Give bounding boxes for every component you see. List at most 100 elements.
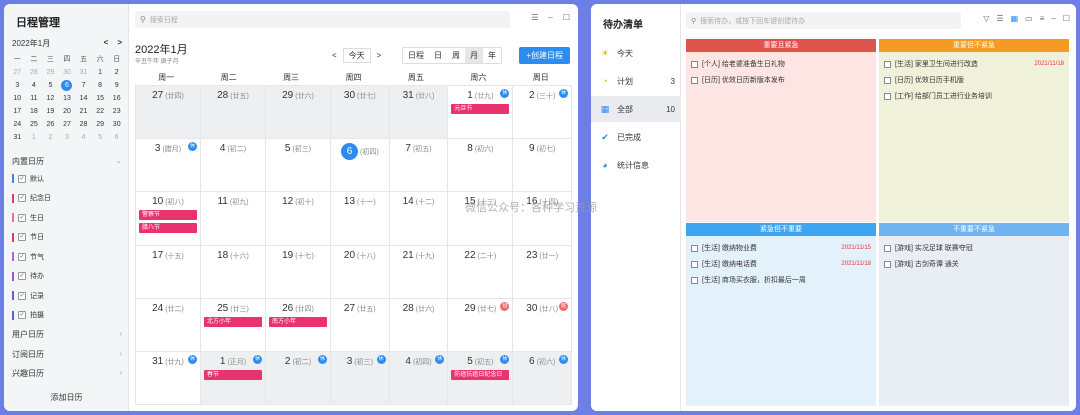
section-user-calendars[interactable]: 用户日历 › [12,329,122,340]
day-cell[interactable]: 4 (初二) [201,139,266,193]
day-cell[interactable]: 24 (廿二) [136,298,201,352]
next-month-button[interactable]: > [377,51,382,60]
day-cell[interactable]: 30 (廿八) 班 [513,298,572,352]
mini-day[interactable]: 15 [92,93,109,104]
view-tab[interactable]: 月 [465,48,483,63]
calendar-item[interactable]: ✓ 节日 [12,228,122,248]
mini-day[interactable]: 9 [108,80,125,91]
day-cell[interactable]: 12 (初十) [266,192,331,246]
mini-day[interactable]: 31 [75,67,92,78]
day-cell[interactable]: 26 (廿四) 南方小年 [266,298,331,352]
todo-checkbox[interactable] [691,60,698,68]
day-cell[interactable]: 31 (廿八) [389,86,449,140]
mini-day[interactable]: 7 [75,80,92,91]
grid-view-icon[interactable]: ▦ [1011,14,1019,23]
calendar-item[interactable]: ✓ 节气 [12,247,122,267]
view-tab[interactable]: 年 [483,48,501,63]
mini-day[interactable]: 3 [9,80,26,91]
view-tab[interactable]: 日 [429,48,447,63]
calendar-item[interactable]: ✓ 记录 [12,286,122,306]
mini-day[interactable]: 14 [75,93,92,104]
mini-day[interactable]: 31 [9,132,26,143]
event-chip[interactable]: 元旦节 [451,104,510,114]
mini-day[interactable]: 12 [42,93,59,104]
search-input[interactable]: ⚲ 搜索日程 [135,11,510,28]
todo-checkbox[interactable] [884,244,891,252]
mini-day[interactable]: 25 [26,119,43,130]
mini-next-button[interactable]: > [117,38,122,49]
day-cell[interactable]: 20 (十八) [331,245,390,299]
event-chip[interactable]: 南方小年 [269,316,327,327]
calendar-checkbox[interactable]: ✓ [18,291,26,300]
mini-day[interactable]: 19 [42,106,59,117]
todo-nav-item[interactable]: ◔ 计划 3 [591,68,681,94]
mini-day[interactable]: 8 [92,80,109,91]
day-cell[interactable]: 23 (廿一) [513,245,572,299]
todo-item[interactable]: [游戏] 实况足球 联赛夺冠 [884,240,1064,256]
day-cell[interactable]: 27 (廿四) [136,86,201,140]
view-tab[interactable]: 周 [447,48,465,63]
todo-item[interactable]: [工作] 给部门员工进行业务培训 [884,88,1064,104]
mini-day[interactable]: 1 [26,132,43,143]
day-cell[interactable]: 4 (初四) 休 [389,351,449,405]
calendar-checkbox[interactable]: ✓ [18,272,26,281]
mini-day[interactable]: 26 [42,119,59,130]
todo-nav-item[interactable]: ▦ 全部 10 [591,96,681,122]
menu-icon[interactable]: ☰ [531,13,538,22]
maximize-icon[interactable]: ☐ [1063,14,1070,23]
todo-nav-item[interactable]: ✔ 已完成 [591,124,681,150]
todo-item[interactable]: [生活] 缴纳物业费 2021/11/15 [691,240,871,256]
event-chip[interactable]: 北方小年 [204,316,262,327]
minimize-icon[interactable]: – [1051,14,1055,23]
today-button[interactable]: 今天 [342,48,371,63]
calendar-checkbox[interactable]: ✓ [18,311,26,320]
day-cell[interactable]: 2 (三十) 休 [513,86,572,140]
mini-day[interactable]: 28 [75,119,92,130]
calendar-item[interactable]: ✓ 纪念日 [12,189,122,209]
menu-icon[interactable]: ≡ [1040,14,1045,23]
mini-day[interactable]: 6 [108,132,125,143]
mini-day[interactable]: 17 [9,106,26,117]
day-cell[interactable]: 5 (初三) [266,139,331,193]
mini-day[interactable]: 21 [75,106,92,117]
todo-search-input[interactable]: ⚲ 搜索待办，或按下回车键创建待办 [686,12,961,29]
day-cell[interactable]: 28 (廿五) [201,86,266,140]
day-cell[interactable]: 17 (十五) [136,245,201,299]
day-cell[interactable]: 31 (廿九) 休 [136,351,201,405]
mini-day[interactable]: 20 [59,106,76,117]
todo-checkbox[interactable] [884,76,891,84]
calendar-checkbox[interactable]: ✓ [18,252,26,261]
todo-checkbox[interactable] [884,260,891,268]
day-cell[interactable]: 30 (廿七) [331,86,390,140]
mini-day[interactable]: 5 [92,132,109,143]
mini-day[interactable]: 22 [92,106,109,117]
todo-checkbox[interactable] [691,260,698,268]
prev-month-button[interactable]: < [332,51,337,60]
section-subscribed-calendars[interactable]: 订阅日历 › [12,349,122,360]
mini-day[interactable]: 24 [9,119,26,130]
day-cell[interactable]: 25 (廿三) 北方小年 [201,298,266,352]
todo-item[interactable]: [生活] 商场买衣服，折扣最后一周 [691,272,871,288]
add-calendar-button[interactable]: 添加日历 [4,392,129,403]
day-cell[interactable]: 3 (腊月) 休 [136,139,201,193]
day-cell[interactable]: 29 (廿七) 班 [448,298,514,352]
day-cell[interactable]: 3 (初三) 休 [331,351,390,405]
day-cell[interactable]: 6 (初四) [331,139,390,193]
day-cell[interactable]: 22 (二十) [448,245,514,299]
mini-day[interactable]: 30 [59,67,76,78]
day-cell[interactable]: 10 (初八) 警察节 腊八节 [136,192,201,246]
mini-day[interactable]: 16 [108,93,125,104]
day-cell[interactable]: 27 (廿五) [331,298,390,352]
day-cell[interactable]: 7 (初五) [389,139,449,193]
calendar-item[interactable]: ✓ 拍摄 [12,306,122,326]
day-cell[interactable]: 8 (初六) [448,139,514,193]
mini-prev-button[interactable]: < [104,38,109,49]
event-chip[interactable]: 腊八节 [139,223,197,234]
event-chip[interactable]: 警察节 [139,210,197,221]
day-cell[interactable]: 14 (十二) [389,192,449,246]
day-cell[interactable]: 13 (十一) [331,192,390,246]
day-cell[interactable]: 2 (初二) 休 [266,351,331,405]
mini-day[interactable]: 28 [26,67,43,78]
mini-day[interactable]: 3 [59,132,76,143]
view-tab[interactable]: 日程 [403,48,429,63]
